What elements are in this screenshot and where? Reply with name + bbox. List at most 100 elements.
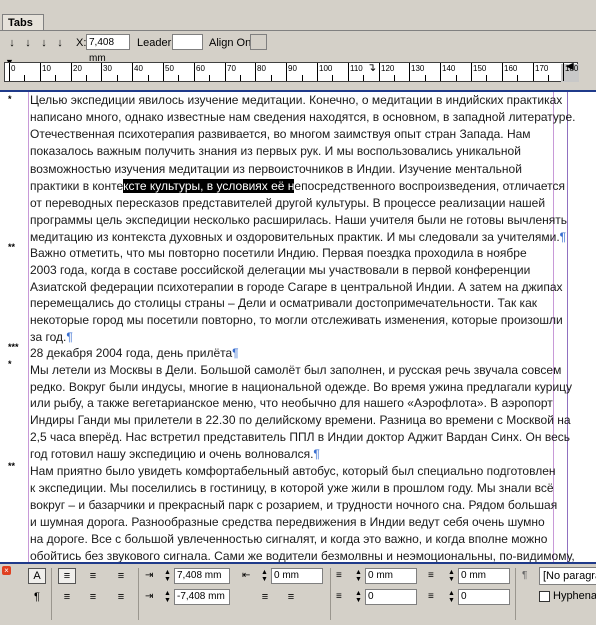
text-line: возможностью изучения медитации из перво…: [30, 163, 522, 176]
text-line: практики в контексте культуры, в условия…: [30, 179, 566, 193]
align-center-button[interactable]: ≡: [84, 568, 102, 584]
checkbox-box[interactable]: [539, 590, 550, 602]
text-line: Важно отметить, что мы повторно посетили…: [30, 247, 527, 260]
text-segment: Нам приятно было увидеть комфортабельный…: [30, 464, 556, 478]
ruler-tick: [255, 63, 256, 81]
align-to-grid-button[interactable]: ≡: [282, 589, 300, 605]
text-segment: написано много, однако известные нам све…: [30, 110, 576, 124]
ruler-tick: [225, 63, 226, 81]
ruler-tick: [440, 63, 441, 81]
space-after-stepper[interactable]: ▲ ▼: [447, 569, 456, 583]
text-segment: епосредственного воспроизведения, отлича…: [294, 179, 566, 193]
separator: [138, 568, 139, 620]
ruler-tick: [409, 63, 410, 81]
right-indent-marker-icon[interactable]: ◀: [566, 61, 574, 72]
align-right-button[interactable]: ≡: [112, 568, 130, 584]
character-mode-button[interactable]: A: [28, 568, 46, 584]
text-segment: на дороге. Все с большой увлеченностью с…: [30, 532, 548, 546]
selected-text[interactable]: ксте культуры, в условиях её н: [123, 179, 295, 193]
space-before-stepper[interactable]: ▲ ▼: [354, 569, 363, 583]
ruler-tick: [363, 75, 364, 81]
text-line: от переводных пересказов представителей …: [30, 197, 545, 210]
space-after-field[interactable]: 0 mm: [458, 568, 510, 584]
text-segment: возможностью изучения медитации из перво…: [30, 162, 522, 176]
ruler-tick: [317, 63, 318, 81]
x-position-input[interactable]: 7,408 mm: [86, 34, 130, 64]
text-segment: 2003 года, когда в составе российской де…: [30, 263, 531, 277]
right-indent-stepper[interactable]: ▲ ▼: [260, 569, 269, 583]
text-segment: Важно отметить, что мы повторно посетили…: [30, 246, 527, 260]
ruler-tick: [379, 63, 380, 81]
justify-right-button[interactable]: ≡: [112, 589, 130, 605]
tab-stop-marker-icon[interactable]: ↴: [367, 61, 376, 74]
ruler-number: 100: [319, 64, 333, 73]
first-line-indent-icon: ⇥: [145, 591, 154, 602]
right-indent-field[interactable]: 0 mm: [271, 568, 323, 584]
justify-left-button[interactable]: ≡: [58, 589, 76, 605]
tabs-panel-title[interactable]: Tabs: [2, 14, 44, 31]
leader-input[interactable]: [172, 34, 203, 50]
text-segment: программы цель экспедиции несколько расш…: [30, 213, 568, 227]
space-after-icon: ≡: [428, 570, 434, 581]
ruler-number: 60: [196, 64, 205, 73]
ruler-number: 20: [73, 64, 82, 73]
text-line: или рыбу, а также вегетарианское меню, ч…: [30, 397, 553, 410]
text-line: перемещались до столицы страны – Дели и …: [30, 297, 537, 310]
ruler-tick: [456, 75, 457, 81]
ruler-number: 170: [535, 64, 549, 73]
text-line: за год.¶: [30, 331, 73, 344]
ruler-number: 80: [257, 64, 266, 73]
do-not-align-to-grid-button[interactable]: ≡: [256, 589, 274, 605]
drop-cap-lines-stepper[interactable]: ▲ ▼: [354, 590, 363, 604]
ruler-number: 40: [134, 64, 143, 73]
text-line: на дороге. Все с большой увлеченностью с…: [30, 533, 547, 546]
first-line-indent-stepper[interactable]: ▲ ▼: [163, 590, 172, 604]
drop-cap-chars-field[interactable]: 0: [458, 589, 510, 605]
drop-cap-lines-field[interactable]: 0: [365, 589, 417, 605]
text-segment: год готовил нашу экспедицию и очень волн…: [30, 447, 314, 461]
left-justified-tab-icon[interactable]: ↓: [6, 36, 18, 50]
document-text-frame[interactable]: * ** *** * ** Целью экспедиции явилось и…: [0, 92, 596, 563]
ruler-number: 0: [11, 64, 16, 73]
ruler-tick: [240, 75, 241, 81]
right-justified-tab-icon[interactable]: ↓: [38, 36, 50, 50]
ruler-tick: [148, 75, 149, 81]
left-indent-stepper[interactable]: ▲ ▼: [163, 569, 172, 583]
close-icon[interactable]: ×: [2, 566, 11, 575]
paragraph-mode-button[interactable]: ¶: [28, 589, 46, 605]
align-to-decimal-tab-icon[interactable]: ↓: [54, 36, 66, 50]
align-on-input[interactable]: [250, 34, 267, 50]
pilcrow-mark: ¶: [66, 330, 73, 344]
tab-ruler[interactable]: 0 10 20 30 40 50 60 70 80 90 100 110 120 130 140 150 160…: [4, 62, 579, 82]
ruler-tick: [548, 75, 549, 81]
separator: [330, 568, 331, 620]
text-segment: некоторые город мы посетили повторно, то…: [30, 313, 563, 327]
text-line: 2,5 часа вперёд. Нас встретил представит…: [30, 431, 570, 444]
text-segment: или рыбу, а также вегетарианское меню, ч…: [30, 396, 553, 410]
space-before-field[interactable]: 0 mm: [365, 568, 417, 584]
text-segment: за год.: [30, 330, 67, 344]
text-segment: Мы летели из Москвы в Дели. Большой само…: [30, 363, 562, 377]
align-left-button[interactable]: ≡: [58, 568, 76, 584]
paragraph-marker: **: [8, 461, 16, 471]
paragraph-marker: *: [8, 94, 12, 104]
ruler-tick: [132, 63, 133, 81]
text-line: Целью экспедиции явилось изучение медита…: [30, 94, 562, 107]
text-segment: 28 декабря 2004 года, день прилёта: [30, 346, 233, 360]
drop-cap-chars-stepper[interactable]: ▲ ▼: [447, 590, 456, 604]
paragraph-style-dropdown[interactable]: [No paragraph style]: [539, 567, 596, 585]
text-segment: Индиры Ганди мы прилетели в 22.30 по дел…: [30, 413, 571, 427]
ruler-tick: [533, 63, 534, 81]
hyphenate-checkbox[interactable]: Hyphenate: [539, 590, 596, 603]
justify-center-button[interactable]: ≡: [84, 589, 102, 605]
left-indent-field[interactable]: 7,408 mm: [174, 568, 230, 584]
center-justified-tab-icon[interactable]: ↓: [22, 36, 34, 50]
text-line: редко. Вокруг были индусы, многие в наци…: [30, 381, 572, 394]
ruler-number: 110: [350, 64, 363, 73]
text-segment: 2,5 часа вперёд. Нас встретил представит…: [30, 430, 570, 444]
text-line: медитацию из контекста духовных и оздоро…: [30, 231, 566, 244]
text-segment: от переводных пересказов представителей …: [30, 196, 546, 210]
first-line-indent-field[interactable]: -7,408 mm: [174, 589, 230, 605]
text-line: 2003 года, когда в составе российской де…: [30, 264, 530, 277]
text-line: написано много, однако известные нам све…: [30, 111, 575, 124]
